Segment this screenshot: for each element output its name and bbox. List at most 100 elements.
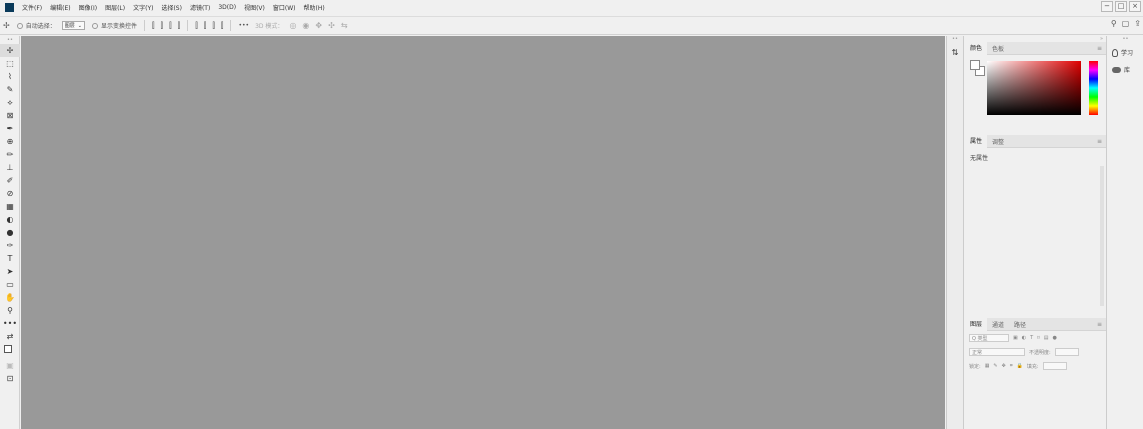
- show-transform-checkbox[interactable]: [91, 22, 98, 29]
- align-center-icon[interactable]: ⫿: [161, 21, 164, 31]
- tab-channels[interactable]: 通道: [987, 320, 1009, 329]
- menu-view[interactable]: 视图(V): [244, 3, 265, 12]
- blend-mode-dropdown[interactable]: 正常: [969, 348, 1025, 356]
- lock-image-icon[interactable]: ✎: [993, 363, 997, 369]
- align-bottom-icon[interactable]: ⫿: [212, 21, 215, 31]
- lock-position-icon[interactable]: ✥: [1002, 363, 1006, 369]
- tab-properties[interactable]: 属性: [965, 134, 988, 148]
- lock-artboard-icon[interactable]: ⌗: [1010, 363, 1013, 369]
- tab-paths[interactable]: 路径: [1009, 320, 1031, 329]
- brush-tool-icon[interactable]: ✏: [0, 148, 20, 161]
- filter-adjustment-icon[interactable]: ◐: [1022, 335, 1026, 341]
- color-picker-field[interactable]: [987, 61, 1081, 115]
- eyedropper-tool-icon[interactable]: ✒: [0, 122, 20, 135]
- libraries-button[interactable]: 库: [1108, 61, 1143, 78]
- close-button[interactable]: ×: [1129, 1, 1141, 12]
- tab-color[interactable]: 颜色: [965, 41, 988, 55]
- filter-type-icon[interactable]: T: [1030, 335, 1033, 341]
- share-icon[interactable]: ⇪: [1134, 19, 1141, 28]
- panel-menu-icon[interactable]: ≡: [1097, 45, 1102, 52]
- 3d-slide-icon[interactable]: ✣: [328, 21, 335, 30]
- photoshop-logo-icon[interactable]: [5, 2, 14, 12]
- minimize-button[interactable]: −: [1101, 1, 1113, 12]
- toolbar-grip[interactable]: ••: [0, 36, 20, 44]
- filter-smart-object-icon[interactable]: ▤: [1044, 335, 1049, 341]
- menu-filter[interactable]: 滤镜(T): [190, 3, 210, 12]
- crop-tool-icon[interactable]: ⟡: [0, 96, 20, 109]
- panel-menu-icon[interactable]: ≡: [1097, 321, 1102, 328]
- fg-bg-color-icon[interactable]: [0, 343, 20, 359]
- move-tool-icon[interactable]: ✢: [3, 21, 10, 30]
- menu-type[interactable]: 文字(Y): [133, 3, 153, 12]
- menu-select[interactable]: 选择(S): [161, 3, 182, 12]
- hue-slider[interactable]: [1089, 61, 1098, 115]
- learn-button[interactable]: 学习: [1108, 44, 1143, 61]
- clone-stamp-tool-icon[interactable]: ⊥: [0, 161, 20, 174]
- foreground-color-swatch[interactable]: [970, 60, 980, 70]
- edit-toolbar-icon[interactable]: •••: [0, 317, 20, 330]
- eraser-tool-icon[interactable]: ⊘: [0, 187, 20, 200]
- lasso-tool-icon[interactable]: ⌇: [0, 70, 20, 83]
- strip-grip[interactable]: ••: [947, 36, 963, 44]
- filter-toggle-icon[interactable]: ●: [1052, 335, 1056, 341]
- blur-tool-icon[interactable]: ◐: [0, 213, 20, 226]
- auto-select-checkbox[interactable]: [16, 22, 23, 29]
- menu-layer[interactable]: 图层(L): [105, 3, 125, 12]
- marquee-tool-icon[interactable]: ⬚: [0, 57, 20, 70]
- menu-help[interactable]: 帮助(H): [304, 3, 325, 12]
- more-options-button[interactable]: •••: [238, 22, 249, 29]
- align-middle-icon[interactable]: ⫿: [204, 21, 207, 31]
- menu-window[interactable]: 窗口(W): [273, 3, 296, 12]
- type-tool-icon[interactable]: T: [0, 252, 20, 265]
- column-grip[interactable]: ••: [1108, 36, 1143, 44]
- document-canvas[interactable]: [21, 36, 945, 429]
- auto-select-dropdown[interactable]: 图层 ⌄: [61, 21, 85, 30]
- distribute-icon[interactable]: ⫿: [178, 21, 181, 31]
- tab-layers[interactable]: 图层: [965, 317, 988, 331]
- 3d-roll-icon[interactable]: ◉: [302, 21, 309, 30]
- rectangle-tool-icon[interactable]: ▭: [0, 278, 20, 291]
- dodge-tool-icon[interactable]: ●: [0, 226, 20, 239]
- menu-edit[interactable]: 编辑(E): [50, 3, 70, 12]
- distribute-vertical-icon[interactable]: ⫿: [221, 21, 224, 31]
- menu-image[interactable]: 图像(I): [79, 3, 97, 12]
- lock-transparent-icon[interactable]: ▦: [985, 363, 990, 369]
- properties-scrollbar[interactable]: [1100, 166, 1104, 306]
- move-tool-icon[interactable]: ✢: [0, 44, 20, 57]
- quick-select-tool-icon[interactable]: ✎: [0, 83, 20, 96]
- zoom-tool-icon[interactable]: ⚲: [0, 304, 20, 317]
- align-left-icon[interactable]: ⫿: [152, 21, 155, 31]
- align-right-icon[interactable]: ⫿: [169, 21, 172, 31]
- tab-swatches[interactable]: 色板: [987, 44, 1009, 53]
- panel-menu-icon[interactable]: ≡: [1097, 138, 1102, 145]
- 3d-pan-icon[interactable]: ✥: [315, 21, 322, 30]
- foreground-swatch[interactable]: [4, 345, 12, 353]
- screen-mode-icon[interactable]: ⊡: [0, 372, 20, 385]
- tab-adjustments[interactable]: 调整: [987, 137, 1009, 146]
- frame-tool-icon[interactable]: ⊠: [0, 109, 20, 122]
- menu-file[interactable]: 文件(F): [22, 3, 42, 12]
- pen-tool-icon[interactable]: ✑: [0, 239, 20, 252]
- opacity-input[interactable]: [1054, 348, 1079, 356]
- filter-shape-icon[interactable]: ⌑: [1037, 335, 1040, 341]
- filter-pixel-icon[interactable]: ▣: [1013, 335, 1018, 341]
- lock-all-icon[interactable]: 🔒: [1017, 363, 1023, 369]
- path-selection-tool-icon[interactable]: ➤: [0, 265, 20, 278]
- healing-brush-tool-icon[interactable]: ⊕: [0, 135, 20, 148]
- gradient-tool-icon[interactable]: ▦: [0, 200, 20, 213]
- quick-mask-icon[interactable]: ▣: [0, 359, 20, 372]
- 3d-rotate-icon[interactable]: ◎: [289, 21, 296, 30]
- 3d-scale-icon[interactable]: ⇆: [341, 21, 348, 30]
- menu-3d[interactable]: 3D(D): [218, 4, 236, 11]
- hand-tool-icon[interactable]: ✋: [0, 291, 20, 304]
- workspace-icon[interactable]: ▢: [1122, 19, 1130, 28]
- swap-colors-icon[interactable]: ⇄: [0, 330, 20, 343]
- fill-input[interactable]: [1042, 362, 1067, 370]
- history-panel-icon[interactable]: ⇅: [947, 48, 963, 57]
- layers-blend-row: 正常 不透明度:: [965, 345, 1106, 359]
- history-brush-tool-icon[interactable]: ✐: [0, 174, 20, 187]
- search-icon[interactable]: ⚲: [1111, 19, 1117, 28]
- maximize-button[interactable]: □: [1115, 1, 1127, 12]
- layer-kind-filter[interactable]: Q 类型: [969, 334, 1009, 342]
- align-top-icon[interactable]: ⫿: [195, 21, 198, 31]
